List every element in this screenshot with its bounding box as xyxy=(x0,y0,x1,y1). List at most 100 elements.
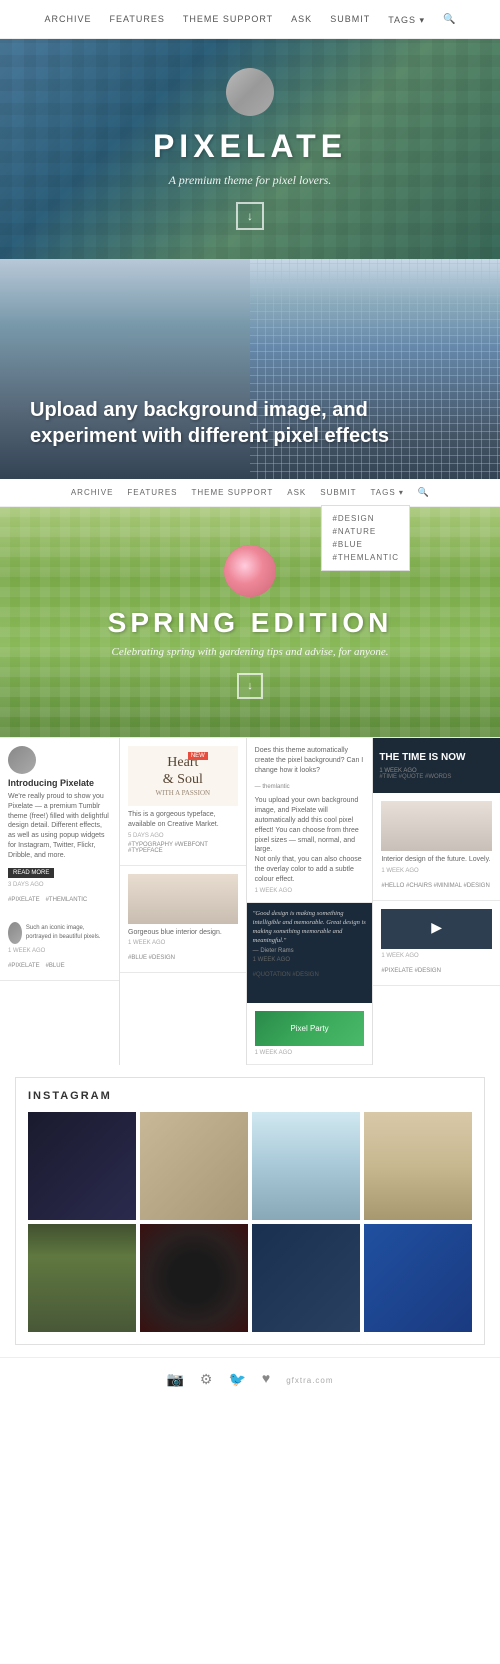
interior-image xyxy=(128,874,238,924)
search-icon[interactable]: 🔍 xyxy=(443,14,455,25)
footer: 📷 ⚙ 🐦 ♥ gfxtra.com xyxy=(0,1357,500,1403)
pixel-party-label: Pixel Party xyxy=(290,1024,328,1033)
social-tags: #PIXELATE #DESIGN xyxy=(381,968,441,974)
nav-theme-support[interactable]: THEME SUPPORT xyxy=(183,14,273,24)
spring-avatar xyxy=(224,545,276,597)
avatar-post-card: Such an iconic image, portrayed in beaut… xyxy=(0,914,119,981)
ask-meta: 1 WEEK AGO xyxy=(255,888,365,894)
social-icon: ▶ xyxy=(431,920,442,937)
tag-blue2[interactable]: #BLUE xyxy=(46,963,65,969)
instagram-footer-icon[interactable]: 📷 xyxy=(166,1372,183,1389)
ask-answer: You upload your own background image, an… xyxy=(255,796,365,855)
spring-subtitle: Celebrating spring with gardening tips a… xyxy=(111,645,388,660)
tag-nature[interactable]: #NATURE xyxy=(332,525,399,538)
instagram-section: INSTAGRAM xyxy=(0,1065,500,1357)
nav-features[interactable]: FEATURES xyxy=(109,14,164,24)
tag-pixelate2[interactable]: #PIXELATE xyxy=(8,963,40,969)
spring-nav: ARCHIVE FEATURES THEME SUPPORT ASK SUBMI… xyxy=(0,479,500,507)
instagram-photo-2[interactable] xyxy=(140,1112,248,1220)
nav-archive[interactable]: ARCHIVE xyxy=(44,14,91,24)
instagram-photo-5[interactable] xyxy=(28,1224,136,1332)
blog-grid: Introducing Pixelate We're really proud … xyxy=(0,737,500,1065)
typography-image: Heart& Soul WITH A PASSION NEW xyxy=(128,746,238,806)
tag-themlantic[interactable]: #THEMLANTIC xyxy=(46,897,88,903)
intro-title: Introducing Pixelate xyxy=(8,778,111,788)
nav-submit[interactable]: SUBMIT xyxy=(330,14,370,24)
tags-dropdown-menu: #DESIGN #NATURE #BLUE #THEMLANTIC xyxy=(321,505,410,571)
chairs-card: Interior design of the future. Lovely. 1… xyxy=(373,793,500,901)
instagram-photo-3[interactable] xyxy=(252,1112,360,1220)
quote-author: — Dieter Rams xyxy=(253,948,367,954)
instagram-grid xyxy=(28,1112,472,1332)
spring-avatar-image xyxy=(224,545,276,597)
spring-hero-section: SPRING EDITION Celebrating spring with g… xyxy=(0,507,500,737)
social-card: ▶ 1 WEEK AGO #PIXELATE #DESIGN xyxy=(373,901,500,986)
chairs-image xyxy=(381,801,492,851)
spring-nav-ask[interactable]: ASK xyxy=(287,488,306,497)
ask-answer2: Not only that, you can also choose the o… xyxy=(255,855,365,884)
quote-card: "Good design is making something intelli… xyxy=(247,903,373,1003)
intro-tags: #PIXELATE #THEMLANTIC xyxy=(8,888,111,906)
heart-footer-icon[interactable]: ♥ xyxy=(262,1372,270,1388)
spring-title: SPRING EDITION xyxy=(108,607,393,639)
pixel-party-image: Pixel Party xyxy=(255,1011,365,1046)
spring-nav-features[interactable]: FEATURES xyxy=(127,488,177,497)
interior-meta: 1 WEEK AGO xyxy=(128,940,238,946)
interior-desc: Gorgeous blue interior design. xyxy=(128,928,238,938)
tag-blue[interactable]: #BLUE xyxy=(332,538,399,551)
blog-column-4: THE TIME IS NOW 1 WEEK AGO #TIME #QUOTE … xyxy=(373,738,500,1065)
avatar-image xyxy=(226,68,274,116)
settings-footer-icon[interactable]: ⚙ xyxy=(200,1372,213,1389)
main-nav: ARCHIVE FEATURES THEME SUPPORT ASK SUBMI… xyxy=(0,0,500,39)
time-tags: #TIME #QUOTE #WORDS xyxy=(379,774,492,780)
nav-tags[interactable]: TAGS ▾ xyxy=(388,10,425,28)
nav-ask[interactable]: ASK xyxy=(291,14,312,24)
post-avatar xyxy=(8,922,22,944)
ask-card: Does this theme automatically create the… xyxy=(247,738,373,903)
mountain-section: Upload any background image, and experim… xyxy=(0,259,500,479)
tag-design[interactable]: #DESIGN xyxy=(332,512,399,525)
hero-section: PIXELATE A premium theme for pixel lover… xyxy=(0,39,500,259)
instagram-photo-7[interactable] xyxy=(252,1224,360,1332)
spring-nav-tags[interactable]: TAGS ▾ xyxy=(370,488,403,497)
post-tags: #PIXELATE #BLUE xyxy=(8,954,111,972)
typo-desc: This is a gorgeous typeface, available o… xyxy=(128,810,238,830)
instagram-photo-6[interactable] xyxy=(140,1224,248,1332)
ask-question: Does this theme automatically create the… xyxy=(255,746,365,775)
tag-pixelate[interactable]: #PIXELATE xyxy=(8,897,40,903)
pixel-party-card: Pixel Party 1 WEEK AGO xyxy=(247,1003,373,1065)
interior-tags: #BLUE #DESIGN xyxy=(128,955,175,961)
tag-themlantic[interactable]: #THEMLANTIC xyxy=(332,551,399,564)
spring-down-arrow-icon: ↓ xyxy=(247,680,253,692)
social-image: ▶ xyxy=(381,909,492,949)
instagram-photo-4[interactable] xyxy=(364,1112,472,1220)
avatar xyxy=(226,68,274,116)
spring-scroll-button[interactable]: ↓ xyxy=(237,673,263,699)
blog-column-3: Does this theme automatically create the… xyxy=(247,738,374,1065)
instagram-photo-1[interactable] xyxy=(28,1112,136,1220)
spring-nav-theme-support[interactable]: THEME SUPPORT xyxy=(191,488,273,497)
twitter-footer-icon[interactable]: 🐦 xyxy=(228,1372,245,1389)
hero-scroll-button[interactable]: ↓ xyxy=(236,202,264,230)
time-text: THE TIME IS NOW xyxy=(379,752,494,764)
typo-tags: #TYPOGRAPHY #WEBFONT #TYPEFACE xyxy=(128,842,236,854)
read-more-button[interactable]: READ MORE xyxy=(8,868,54,878)
quote-tags: #QUOTATION #DESIGN xyxy=(253,972,319,978)
chairs-tags: #HELLO #CHAIRS #MINIMAL #DESIGN xyxy=(381,883,489,889)
social-meta: 1 WEEK AGO xyxy=(381,953,492,959)
intro-card: Introducing Pixelate We're really proud … xyxy=(0,738,119,914)
blog-column-2: Heart& Soul WITH A PASSION NEW This is a… xyxy=(120,738,247,1065)
mountain-heading: Upload any background image, and experim… xyxy=(30,397,470,449)
post-text: Such an iconic image, portrayed in beaut… xyxy=(26,924,111,941)
blog-column-1: Introducing Pixelate We're really proud … xyxy=(0,738,120,1065)
spring-nav-archive[interactable]: ARCHIVE xyxy=(71,488,114,497)
nav-tags-label[interactable]: TAGS ▾ xyxy=(388,15,425,25)
new-badge: NEW xyxy=(188,752,208,760)
chairs-meta: 1 WEEK AGO xyxy=(381,868,492,874)
typo-meta: 5 DAYS AGO xyxy=(128,833,238,839)
spring-search-icon[interactable]: 🔍 xyxy=(418,487,429,498)
footer-brand: gfxtra.com xyxy=(286,1376,333,1385)
spring-nav-submit[interactable]: SUBMIT xyxy=(320,488,356,497)
typography-card: Heart& Soul WITH A PASSION NEW This is a… xyxy=(120,738,246,866)
instagram-photo-8[interactable] xyxy=(364,1224,472,1332)
